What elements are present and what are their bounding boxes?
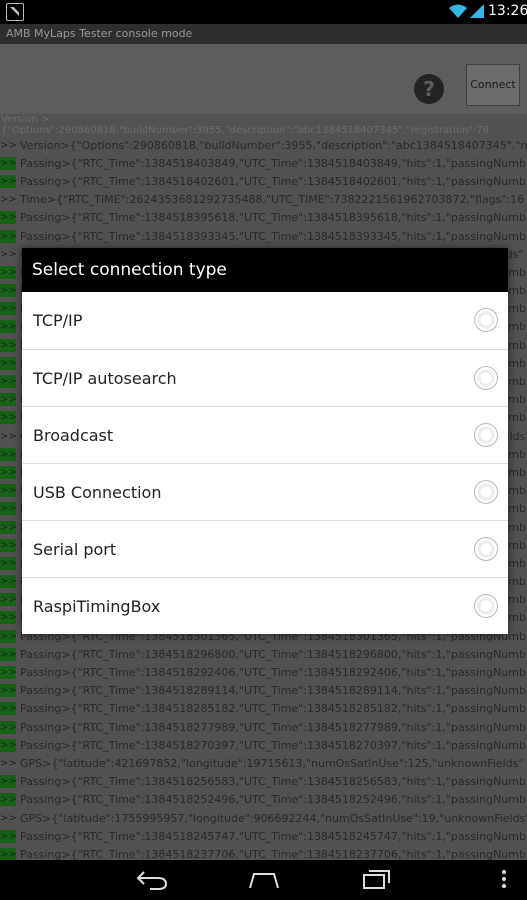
dialog-title: Select connection type (22, 248, 508, 292)
connection-option-label: Broadcast (33, 426, 114, 445)
connection-option[interactable]: USB Connection (22, 463, 508, 520)
status-bar: 13:26 (0, 0, 527, 24)
back-icon[interactable] (136, 868, 168, 890)
cell-signal-icon (470, 4, 484, 18)
radio-button-icon[interactable] (474, 308, 498, 332)
wifi-icon (449, 4, 467, 18)
recent-apps-icon[interactable] (362, 868, 392, 890)
radio-button-icon[interactable] (474, 480, 498, 504)
connection-option-label: TCP/IP autosearch (33, 369, 177, 388)
connection-option[interactable]: RaspiTimingBox (22, 577, 508, 634)
connection-option-label: RaspiTimingBox (33, 597, 161, 616)
connection-type-dialog: Select connection type TCP/IP TCP/IP auto… (22, 248, 508, 634)
connection-option-label: Serial port (33, 540, 117, 559)
status-clock: 13:26 (488, 3, 527, 19)
connection-option-label: USB Connection (33, 483, 162, 502)
radio-button-icon[interactable] (474, 423, 498, 447)
radio-button-icon[interactable] (474, 366, 498, 390)
radio-button-icon[interactable] (474, 594, 498, 618)
navigation-bar (0, 860, 527, 900)
notification-app-icon (6, 3, 24, 21)
connection-option[interactable]: TCP/IP autosearch (22, 349, 508, 406)
overflow-menu-icon[interactable] (500, 868, 508, 890)
connection-option[interactable]: TCP/IP (22, 292, 508, 349)
home-icon[interactable] (248, 868, 280, 890)
connection-option-label: TCP/IP (33, 311, 83, 330)
radio-button-icon[interactable] (474, 537, 498, 561)
connection-option[interactable]: Serial port (22, 520, 508, 577)
connection-option[interactable]: Broadcast (22, 406, 508, 463)
